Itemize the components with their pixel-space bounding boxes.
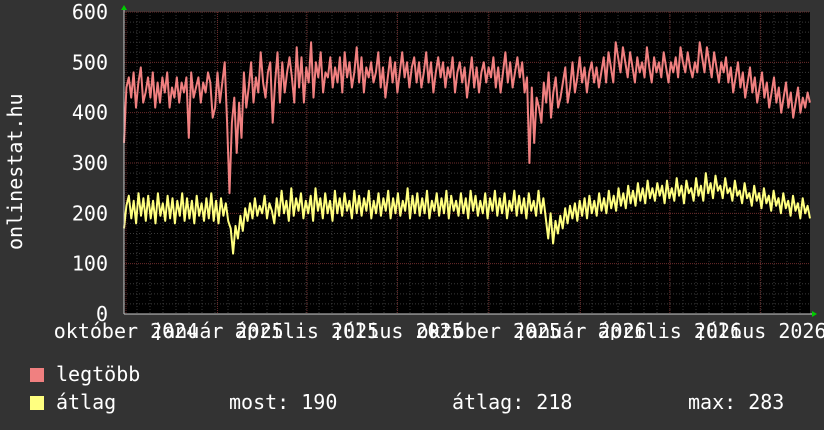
y-tick-label: 300 bbox=[72, 151, 108, 175]
legend-item-legtobb: legtöbb bbox=[30, 362, 140, 386]
legend-label-atlag: átlag bbox=[56, 390, 117, 414]
y-tick-label: 500 bbox=[72, 50, 108, 74]
y-tick-label: 600 bbox=[72, 0, 108, 24]
y-tick-label: 100 bbox=[72, 252, 108, 276]
y-axis-arrow bbox=[121, 5, 127, 10]
stat-max: max: 283 bbox=[688, 390, 785, 414]
stat-atlag: átlag: 218 bbox=[452, 390, 573, 414]
y-tick-label: 400 bbox=[72, 101, 108, 125]
chart: 0100200300400500600 október 2024január 2… bbox=[3, 0, 824, 340]
legend-swatch-atlag bbox=[30, 396, 44, 410]
y-tick-labels: 0100200300400500600 bbox=[72, 0, 108, 326]
stat-most: most: 190 bbox=[229, 390, 338, 414]
x-tick-labels: október 2024január 2025április 2025júliu… bbox=[54, 319, 824, 340]
legend-item-atlag: átlag bbox=[30, 390, 116, 414]
y-axis-label: onlinestat.hu bbox=[3, 93, 27, 250]
legend-label-legtobb: legtöbb bbox=[56, 362, 141, 386]
x-axis-arrow bbox=[812, 311, 817, 317]
x-tick-label: július 2026 bbox=[694, 319, 824, 340]
y-tick-label: 200 bbox=[72, 201, 108, 225]
legend-swatch-legtobb bbox=[30, 368, 44, 382]
